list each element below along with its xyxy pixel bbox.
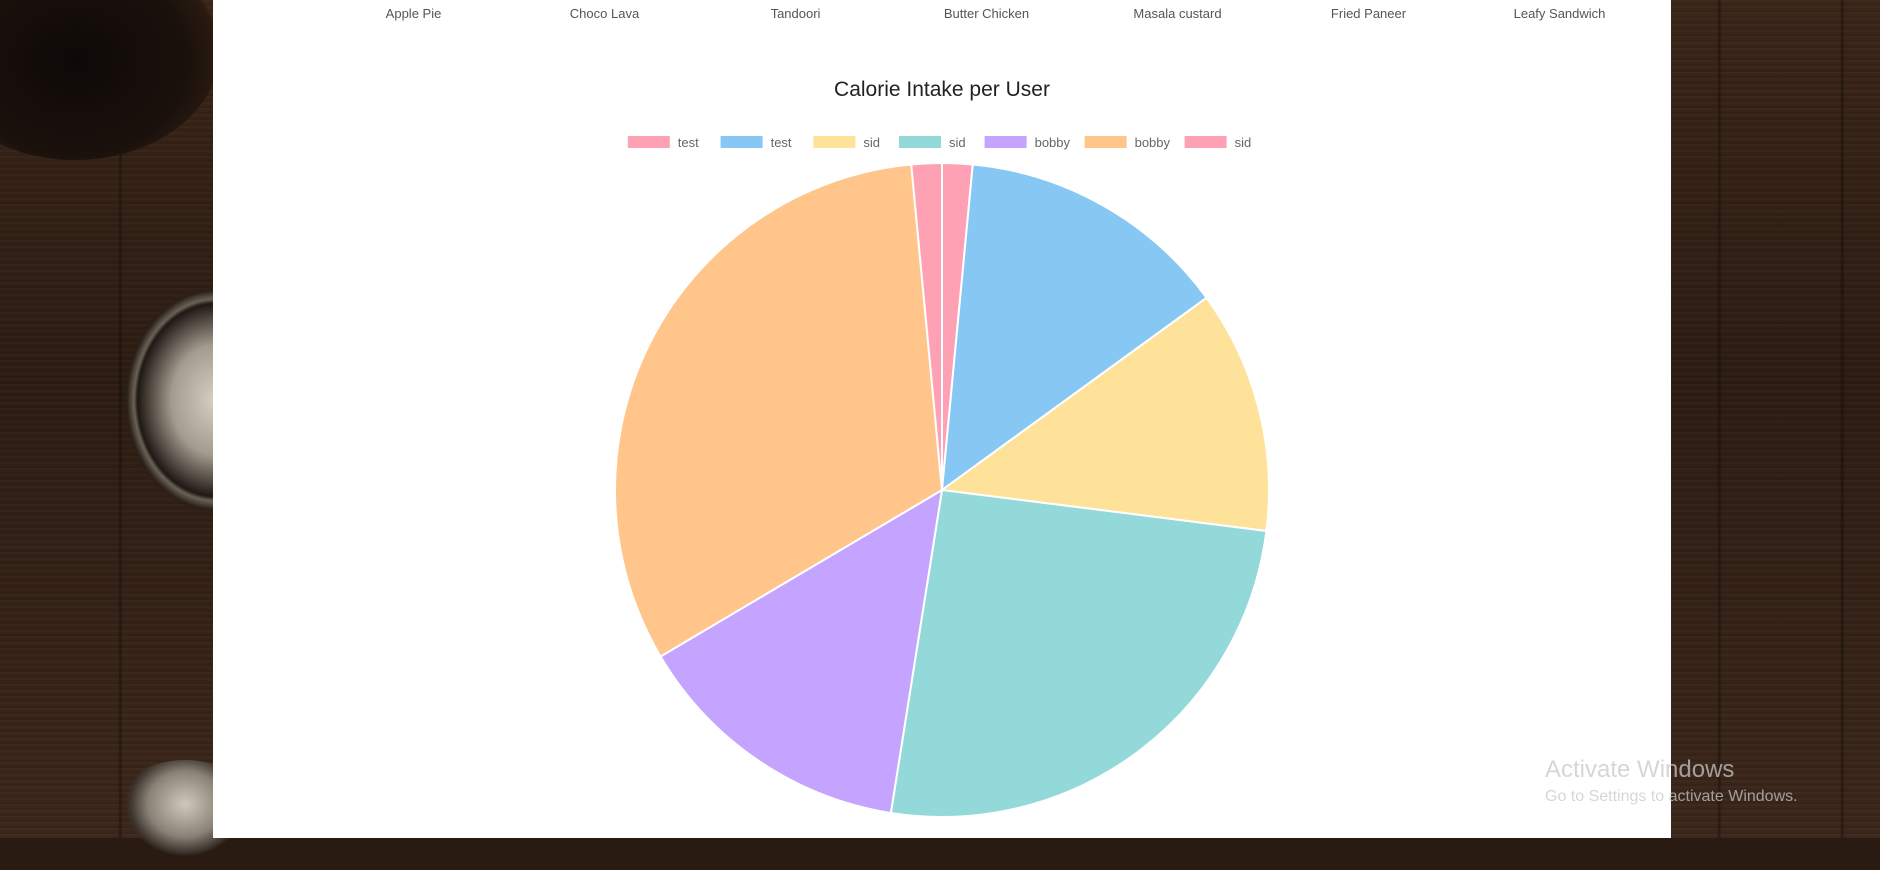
legend-label-2[interactable]: sid <box>863 135 880 150</box>
legend-swatch-4[interactable] <box>984 136 1027 148</box>
pie-slice-3-sid[interactable] <box>889 488 1268 818</box>
legend-swatch-5[interactable] <box>1084 136 1127 148</box>
legend-swatch-0[interactable] <box>627 136 670 148</box>
legend-label-3[interactable]: sid <box>949 135 966 150</box>
legend-label-6[interactable]: sid <box>1235 135 1252 150</box>
legend-swatch-3[interactable] <box>899 136 941 148</box>
legend-swatch-6[interactable] <box>1184 136 1227 148</box>
legend-label-4[interactable]: bobby <box>1035 135 1071 150</box>
legend-label-0[interactable]: test <box>678 135 699 150</box>
content-panel: Apple Pie Choco Lava Tandoori Butter Chi… <box>213 0 1671 838</box>
chart-legend: test test sid sid bobby bobby sid <box>627 135 1252 150</box>
legend-label-1[interactable]: test <box>771 135 792 150</box>
watermark-title: Activate Windows <box>1545 756 1735 783</box>
windows-activation-watermark: Activate Windows Go to Settings to activ… <box>1545 756 1798 806</box>
legend-label-5[interactable]: bobby <box>1135 135 1171 150</box>
legend-swatch-1[interactable] <box>720 136 763 148</box>
chart-title: Calorie Intake per User <box>834 78 1050 101</box>
pie-slices <box>614 161 1270 818</box>
watermark-subtitle: Go to Settings to activate Windows. <box>1545 788 1798 805</box>
legend-swatch-2[interactable] <box>813 136 856 148</box>
calorie-pie-chart: Calorie Intake per User test test sid sid bo… <box>614 78 1270 818</box>
